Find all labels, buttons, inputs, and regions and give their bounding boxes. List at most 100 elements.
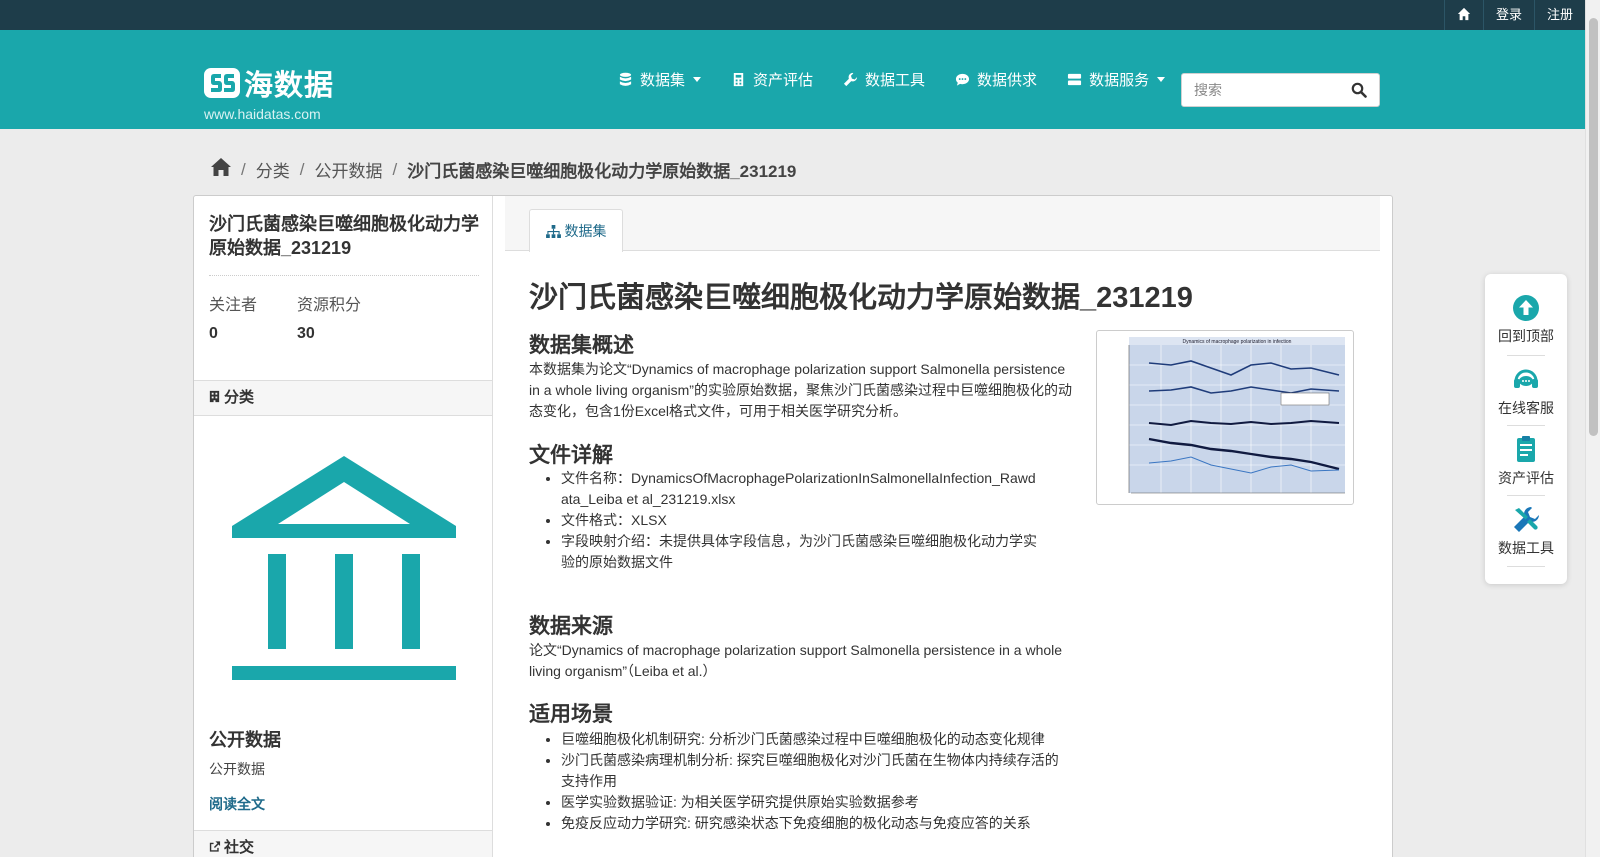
breadcrumb-separator: /: [241, 159, 246, 179]
source-heading: 数据来源: [529, 615, 613, 638]
usage-heading: 适用场景: [529, 703, 613, 726]
list-item: 巨噬细胞极化机制研究: 分析沙门氏菌感染过程中巨噬细胞极化的动态变化规律: [561, 729, 1066, 750]
breadcrumb-separator: /: [392, 159, 398, 179]
data-tools-label: 数据工具: [1498, 540, 1554, 556]
breadcrumb-home[interactable]: [211, 158, 231, 181]
wrench-icon: [843, 72, 858, 87]
breadcrumb-separator: /: [299, 159, 305, 179]
floating-toolbar: 回到顶部 在线客服 资产评估 数据工具: [1485, 274, 1567, 584]
divider: [1507, 425, 1545, 426]
chevron-down-icon: [1157, 77, 1166, 82]
building-icon: [209, 390, 220, 403]
logo-mark-icon: [204, 68, 240, 98]
dataset-title: 沙门氏菌感染巨噬细胞极化动力学原始数据_231219: [209, 214, 479, 258]
page-scrollbar[interactable]: [1585, 0, 1600, 857]
online-support-label: 在线客服: [1498, 400, 1554, 416]
home-link[interactable]: [1443, 0, 1483, 30]
headset-icon: [1514, 369, 1538, 388]
divider: [209, 275, 479, 276]
social-heading: 社交: [224, 839, 255, 856]
online-support-button[interactable]: 在线客服: [1495, 366, 1557, 418]
nav-data-tools-label: 数据工具: [865, 72, 926, 89]
tab-datasets-label: 数据集: [564, 223, 607, 239]
nav-data-tools[interactable]: 数据工具: [843, 69, 925, 90]
list-item: 文件名称：DynamicsOfMacrophagePolarizationInS…: [561, 468, 1039, 510]
back-to-top-label: 回到顶部: [1498, 328, 1554, 344]
nav-asset-eval-label: 资产评估: [753, 72, 814, 89]
thumbnail-caption: Dynamics of macrophage polarization in i…: [1183, 339, 1292, 345]
organization-name: 公开数据: [209, 730, 281, 750]
arrow-up-icon: [1513, 295, 1539, 321]
list-item: 沙门氏菌感染病理机制分析: 探究巨噬细胞极化对沙门氏菌在生物体内持续存活的支持作…: [561, 750, 1066, 792]
asset-eval-button[interactable]: 资产评估: [1495, 436, 1557, 488]
brand-name: 海数据: [244, 70, 335, 102]
breadcrumb-current: 沙门氏菌感染巨噬细胞极化动力学原始数据_231219: [407, 162, 797, 181]
list-item: 文件格式：XLSX: [561, 510, 1039, 531]
nav-datasets[interactable]: 数据集: [618, 69, 702, 90]
document-icon: [1517, 436, 1535, 462]
search-icon[interactable]: [1351, 82, 1367, 98]
calculator-icon: [733, 72, 744, 87]
page-title: 沙门氏菌感染巨噬细胞极化动力学原始数据_231219: [529, 282, 1193, 314]
server-icon: [1068, 73, 1082, 86]
category-heading: 分类: [224, 389, 255, 406]
divider: [1507, 566, 1545, 567]
home-icon: [1457, 7, 1471, 21]
sidebar: 沙门氏菌感染巨噬细胞极化动力学原始数据_231219 关注者 0 资源积分 30…: [194, 196, 493, 857]
list-item: 免疫反应动力学研究: 研究感染状态下免疫细胞的极化动态与免疫应答的关系: [561, 813, 1066, 834]
divider: [1507, 495, 1545, 496]
nav-data-services-label: 数据服务: [1089, 72, 1150, 89]
nav-data-demand[interactable]: 数据供求: [955, 69, 1037, 90]
login-link[interactable]: 登录: [1482, 0, 1534, 30]
overview-text: 本数据集为论文“Dynamics of macrophage polarizat…: [529, 361, 1072, 419]
chat-icon: [955, 73, 970, 86]
followers-stat: 关注者 0: [209, 291, 257, 343]
institution-icon: [232, 456, 456, 680]
sitemap-icon: [545, 225, 561, 238]
breadcrumb-public-data[interactable]: 公开数据: [314, 157, 382, 182]
brand-domain: www.haidatas.com: [204, 106, 321, 122]
thumbnail-image: Dynamics of macrophage polarization in i…: [1101, 335, 1349, 500]
dataset-thumbnail[interactable]: Dynamics of macrophage polarization in i…: [1096, 330, 1354, 505]
chevron-down-icon: [693, 77, 702, 82]
content-area: 数据集 沙门氏菌感染巨噬细胞极化动力学原始数据_231219 数据集概述 本数据…: [493, 196, 1392, 857]
tab-datasets[interactable]: 数据集: [529, 209, 623, 252]
nav-datasets-label: 数据集: [640, 72, 686, 89]
register-link[interactable]: 注册: [1533, 0, 1585, 30]
followers-label: 关注者: [209, 297, 258, 314]
search-input[interactable]: [1182, 74, 1342, 106]
database-icon: [619, 72, 632, 86]
category-section-header: 分类: [194, 380, 492, 416]
share-icon: [209, 841, 221, 852]
top-bar: 登录 注册: [0, 0, 1585, 30]
list-item: 字段映射介绍：未提供具体字段信息，为沙门氏菌感染巨噬细胞极化动力学实验的原始数据…: [561, 531, 1039, 573]
asset-eval-label: 资产评估: [1498, 470, 1554, 486]
organization-description: 公开数据: [209, 761, 265, 777]
nav-asset-eval[interactable]: 资产评估: [731, 69, 813, 90]
back-to-top-button[interactable]: 回到顶部: [1495, 294, 1557, 346]
overview-heading: 数据集概述: [529, 334, 634, 357]
divider: [1507, 355, 1545, 356]
site-logo[interactable]: 海数据: [204, 62, 334, 104]
tools-icon: [1514, 507, 1539, 532]
tab-bar: 数据集: [505, 196, 1380, 252]
breadcrumb: / 分类 / 公开数据 / 沙门氏菌感染巨噬细胞极化动力学原始数据_231219: [211, 157, 796, 182]
scrollbar-thumb[interactable]: [1589, 18, 1598, 436]
files-list: 文件名称：DynamicsOfMacrophagePolarizationInS…: [561, 468, 1039, 573]
search-box: [1181, 73, 1380, 107]
files-heading: 文件详解: [529, 444, 613, 467]
followers-value: 0: [209, 325, 218, 342]
social-section-header: 社交: [194, 830, 492, 857]
usage-list: 巨噬细胞极化机制研究: 分析沙门氏菌感染过程中巨噬细胞极化的动态变化规律 沙门氏…: [561, 729, 1066, 834]
points-value: 30: [297, 325, 315, 342]
source-text: 论文“Dynamics of macrophage polarization s…: [529, 642, 1063, 679]
home-icon: [211, 158, 231, 176]
data-tools-button[interactable]: 数据工具: [1495, 506, 1557, 558]
main-wrapper: 沙门氏菌感染巨噬细胞极化动力学原始数据_231219 关注者 0 资源积分 30…: [193, 195, 1393, 857]
read-more-link[interactable]: 阅读全文: [209, 794, 265, 814]
nav-data-services[interactable]: 数据服务: [1067, 69, 1166, 90]
points-stat: 资源积分 30: [297, 291, 361, 343]
top-links: 登录 注册: [1443, 0, 1585, 30]
breadcrumb-category[interactable]: 分类: [256, 157, 290, 182]
list-item: 医学实验数据验证: 为相关医学研究提供原始实验数据参考: [561, 792, 1066, 813]
